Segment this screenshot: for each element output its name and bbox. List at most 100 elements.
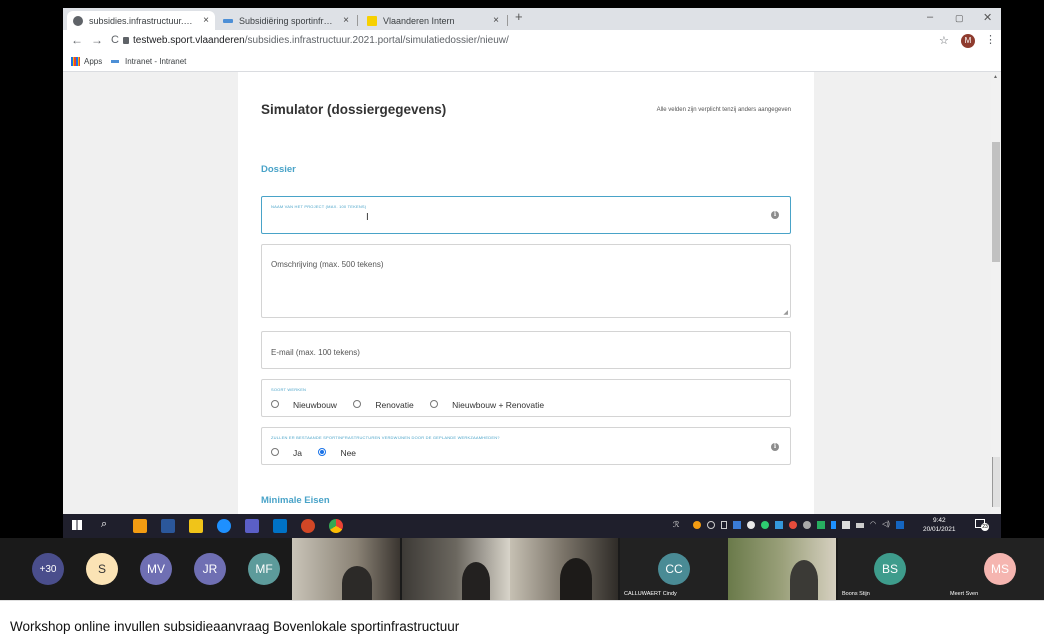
project-name-field[interactable]: NAAM VAN HET PROJECT (MAX. 100 TEKENS) I… (261, 196, 791, 234)
maximize-button[interactable]: ▢ (955, 13, 964, 24)
bookmark-intranet[interactable]: Intranet - Intranet (125, 57, 186, 66)
kebab-menu-icon[interactable]: ⋮ (985, 33, 996, 46)
radio-renovatie[interactable] (353, 399, 362, 408)
work-type-group: SOORT WERKEN Nieuwbouw Renovatie Nieuwbo… (261, 379, 791, 417)
tray-icon[interactable] (761, 521, 769, 529)
notification-icon[interactable]: 23 (975, 519, 989, 531)
clock[interactable]: 9:42 20/01/2021 (923, 516, 956, 534)
bluetooth-icon[interactable] (831, 521, 836, 529)
close-tab-icon[interactable]: × (343, 15, 349, 26)
globe-icon (73, 15, 83, 26)
windows-start-icon[interactable] (72, 520, 82, 530)
participant-avatar[interactable]: MV (140, 553, 172, 585)
close-window-button[interactable]: ✕ (983, 11, 992, 24)
clock-time: 9:42 (932, 517, 946, 524)
tray-icon[interactable] (789, 521, 797, 529)
chrome-icon[interactable] (329, 519, 343, 533)
scroll-up-icon[interactable]: ▲ (993, 74, 998, 80)
reload-icon[interactable]: C (111, 34, 119, 46)
search-icon[interactable]: ⌕ (101, 518, 107, 531)
participant-video[interactable] (728, 538, 836, 600)
participant-name: CALLUWAERT Cindy (624, 591, 677, 597)
star-icon[interactable]: ☆ (939, 34, 949, 47)
person-silhouette (342, 566, 372, 600)
radio-ja[interactable] (271, 447, 279, 456)
file-explorer-icon[interactable] (189, 519, 203, 533)
tab-subsidiering[interactable]: Subsidiëring sportinfrastructuur × (217, 11, 355, 30)
tab-separator (357, 15, 358, 26)
tray-icon[interactable] (733, 521, 741, 529)
scrollbar-lower-track (992, 457, 1000, 507)
project-name-label: NAAM VAN HET PROJECT (MAX. 100 TEKENS) (271, 204, 367, 209)
participant-video[interactable] (510, 538, 618, 600)
resize-handle-icon[interactable]: ◢ (783, 309, 788, 316)
more-participants-badge[interactable]: +30 (32, 553, 64, 585)
address-bar-row: ← → C testweb.sport.vlaanderen/subsidies… (63, 30, 1001, 52)
vlaanderen-lion-icon (367, 15, 377, 26)
word-icon[interactable] (161, 519, 175, 533)
participant-video[interactable] (292, 538, 400, 600)
participant-avatar: MS (984, 553, 1016, 585)
info-icon[interactable]: i (771, 211, 779, 219)
tray-icon[interactable] (895, 521, 904, 529)
section-dossier-heading: Dossier (261, 164, 296, 175)
tab-vlaanderen-intern[interactable]: Vlaanderen Intern × (361, 11, 505, 30)
closure-group: ZULLEN ER BESTAANDE SPORTINFRASTRUCTUREN… (261, 427, 791, 465)
tray-icon[interactable] (775, 521, 783, 529)
radio-label: Nieuwbouw + Renovatie (452, 399, 545, 410)
tab-title: Vlaanderen Intern (383, 15, 455, 26)
radio-nieuwbouw[interactable] (271, 399, 279, 408)
participant-avatar[interactable]: MF (248, 553, 280, 585)
teams-icon[interactable] (245, 519, 259, 533)
tray-icon[interactable] (842, 521, 850, 529)
notification-count: 23 (981, 523, 989, 531)
tray-icon[interactable] (803, 521, 811, 529)
intranet-icon (111, 60, 119, 63)
app-icon[interactable] (133, 519, 147, 533)
forward-arrow-icon[interactable]: → (91, 33, 103, 47)
tray-icon[interactable] (747, 521, 755, 529)
text-cursor-icon: I (366, 212, 369, 223)
info-icon[interactable]: i (771, 443, 779, 451)
tray-icon[interactable] (721, 521, 727, 529)
participant-avatar[interactable]: JR (194, 553, 226, 585)
edge-icon[interactable] (217, 519, 231, 533)
tray-icon[interactable] (707, 521, 715, 529)
radio-nieuwbouw-renovatie[interactable] (430, 399, 439, 408)
volume-icon[interactable]: ◁) (882, 521, 890, 531)
tab-subsidies-portal[interactable]: subsidies.infrastructuur.2021.portal × (67, 11, 215, 30)
bookmark-apps[interactable]: Apps (84, 57, 102, 66)
description-placeholder: Omschrijving (max. 500 tekens) (271, 260, 384, 269)
powerpoint-icon[interactable] (301, 519, 315, 533)
participant-tile[interactable]: BS Boons Stijn (838, 538, 946, 600)
radio-nee[interactable] (318, 447, 327, 456)
close-tab-icon[interactable]: × (203, 15, 209, 26)
email-field[interactable]: E-mail (max. 100 tekens) (261, 331, 791, 369)
minimize-button[interactable]: – (927, 11, 933, 23)
scrollbar-thumb[interactable] (992, 142, 1000, 262)
radio-label: Nieuwbouw (293, 399, 337, 410)
participant-video[interactable] (402, 538, 510, 600)
battery-icon[interactable] (856, 523, 864, 528)
participant-tile[interactable]: CC CALLUWAERT Cindy (620, 538, 728, 600)
outlook-icon[interactable] (273, 519, 287, 533)
new-tab-button[interactable]: + (515, 9, 523, 24)
page-scrollbar[interactable]: ▲ (991, 72, 1001, 514)
description-textarea[interactable]: Omschrijving (max. 500 tekens) ◢ (261, 244, 791, 318)
tray-icon[interactable] (693, 521, 701, 529)
participant-avatar[interactable]: S (86, 553, 118, 585)
people-icon[interactable]: ℛ (673, 520, 679, 529)
tray-icon[interactable] (817, 521, 825, 529)
tab-title: subsidies.infrastructuur.2021.portal (89, 15, 197, 26)
participant-tile[interactable]: MS Meert Sven (946, 538, 1044, 600)
participant-avatar: BS (874, 553, 906, 585)
close-tab-icon[interactable]: × (493, 15, 499, 26)
person-silhouette (560, 558, 592, 600)
back-arrow-icon[interactable]: ← (71, 33, 83, 47)
wifi-icon[interactable]: ◠ (870, 521, 876, 531)
url-field[interactable]: testweb.sport.vlaanderen/subsidies.infra… (133, 35, 509, 46)
work-type-options: Nieuwbouw Renovatie Nieuwbouw + Renovati… (271, 396, 556, 414)
screen-share-frame: subsidies.infrastructuur.2021.portal × S… (0, 0, 1044, 600)
profile-avatar[interactable]: M (961, 34, 975, 48)
radio-label: Renovatie (375, 399, 414, 410)
